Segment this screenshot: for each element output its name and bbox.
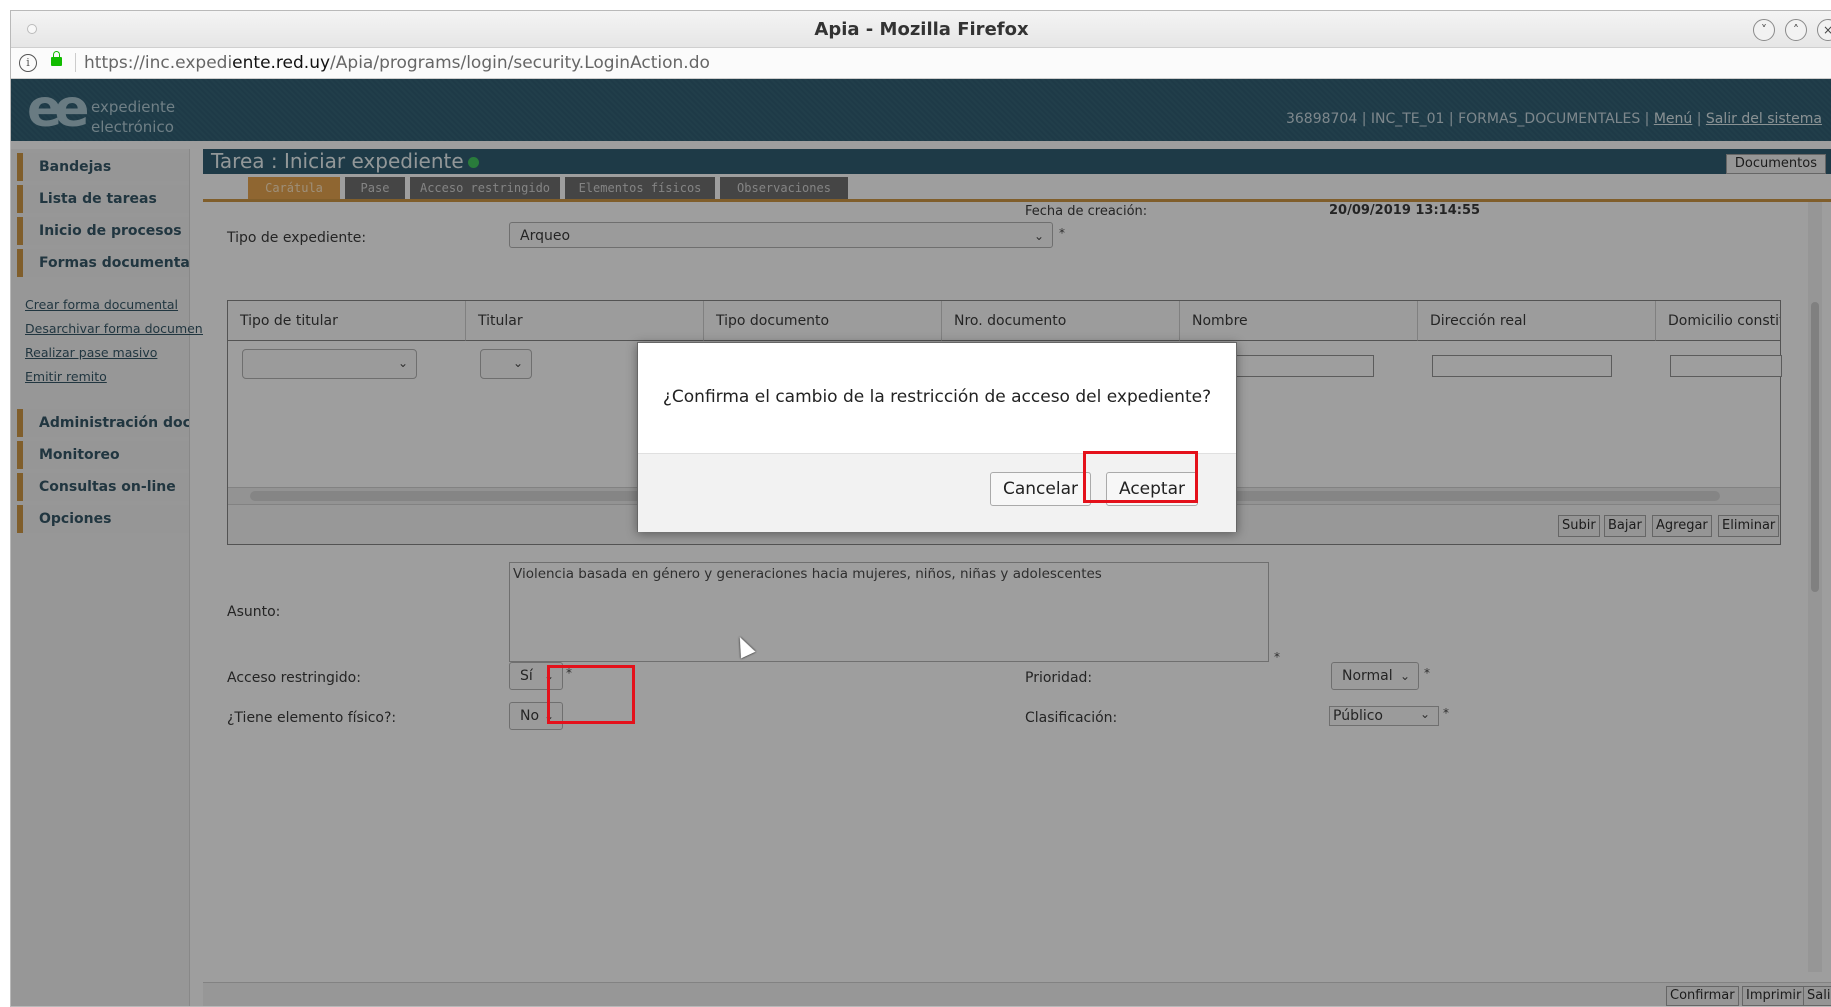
url-text[interactable]: https://inc.expediente.red.uy/Apia/progr… [84,53,710,73]
info-icon[interactable]: i [19,54,37,72]
separator [75,53,76,72]
url-prefix: https://inc.expedi [84,53,233,73]
address-bar[interactable]: i https://inc.expediente.red.uy/Apia/pro… [11,48,1831,79]
confirm-dialog: ¿Confirma el cambio de la restricción de… [637,342,1237,532]
url-domain: ente.red.uy [232,53,331,73]
window-title: Apia - Mozilla Firefox [814,19,1029,40]
lock-icon[interactable] [51,51,62,66]
browser-window: Apia - Mozilla Firefox ˅ ˄ × i https://i… [10,10,1831,1007]
cancel-button[interactable]: Cancelar [990,472,1091,506]
highlight-accept-button [1083,451,1198,503]
minimize-icon[interactable]: ˅ [1753,19,1775,41]
modal-overlay [11,79,1831,1006]
maximize-icon[interactable]: ˄ [1785,19,1807,41]
page-content: ee expediente electrónico 36898704 | INC… [11,79,1831,1006]
url-path: /Apia/programs/login/security.LoginActio… [330,53,710,73]
highlight-acceso-select [547,665,635,724]
dialog-message: ¿Confirma el cambio de la restricción de… [662,387,1212,407]
title-bar: Apia - Mozilla Firefox ˅ ˄ × [11,11,1831,48]
